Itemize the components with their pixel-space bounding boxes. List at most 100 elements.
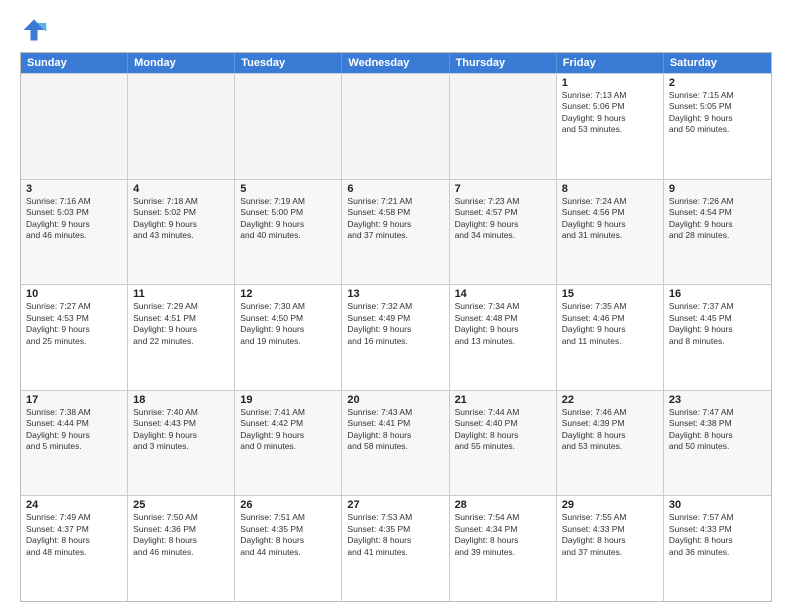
day-cell-17: 17Sunrise: 7:38 AM Sunset: 4:44 PM Dayli… [21, 391, 128, 496]
day-number-26: 26 [240, 499, 336, 511]
day-cell-26: 26Sunrise: 7:51 AM Sunset: 4:35 PM Dayli… [235, 496, 342, 601]
calendar-body: 1Sunrise: 7:13 AM Sunset: 5:06 PM Daylig… [21, 73, 771, 601]
day-cell-27: 27Sunrise: 7:53 AM Sunset: 4:35 PM Dayli… [342, 496, 449, 601]
day-info-18: Sunrise: 7:40 AM Sunset: 4:43 PM Dayligh… [133, 407, 229, 453]
day-number-18: 18 [133, 394, 229, 406]
day-number-10: 10 [26, 288, 122, 300]
day-cell-1: 1Sunrise: 7:13 AM Sunset: 5:06 PM Daylig… [557, 74, 664, 179]
day-cell-13: 13Sunrise: 7:32 AM Sunset: 4:49 PM Dayli… [342, 285, 449, 390]
day-cell-6: 6Sunrise: 7:21 AM Sunset: 4:58 PM Daylig… [342, 180, 449, 285]
day-info-26: Sunrise: 7:51 AM Sunset: 4:35 PM Dayligh… [240, 512, 336, 558]
calendar-row-1: 3Sunrise: 7:16 AM Sunset: 5:03 PM Daylig… [21, 179, 771, 285]
calendar-row-3: 17Sunrise: 7:38 AM Sunset: 4:44 PM Dayli… [21, 390, 771, 496]
day-number-4: 4 [133, 183, 229, 195]
weekday-header-wednesday: Wednesday [342, 53, 449, 73]
day-number-23: 23 [669, 394, 766, 406]
day-number-17: 17 [26, 394, 122, 406]
weekday-header-tuesday: Tuesday [235, 53, 342, 73]
day-number-19: 19 [240, 394, 336, 406]
weekday-header-monday: Monday [128, 53, 235, 73]
day-info-11: Sunrise: 7:29 AM Sunset: 4:51 PM Dayligh… [133, 301, 229, 347]
day-cell-24: 24Sunrise: 7:49 AM Sunset: 4:37 PM Dayli… [21, 496, 128, 601]
empty-cell-0-2 [235, 74, 342, 179]
day-cell-15: 15Sunrise: 7:35 AM Sunset: 4:46 PM Dayli… [557, 285, 664, 390]
day-info-19: Sunrise: 7:41 AM Sunset: 4:42 PM Dayligh… [240, 407, 336, 453]
day-number-25: 25 [133, 499, 229, 511]
day-number-1: 1 [562, 77, 658, 89]
day-cell-22: 22Sunrise: 7:46 AM Sunset: 4:39 PM Dayli… [557, 391, 664, 496]
day-info-13: Sunrise: 7:32 AM Sunset: 4:49 PM Dayligh… [347, 301, 443, 347]
empty-cell-0-3 [342, 74, 449, 179]
day-info-30: Sunrise: 7:57 AM Sunset: 4:33 PM Dayligh… [669, 512, 766, 558]
day-info-23: Sunrise: 7:47 AM Sunset: 4:38 PM Dayligh… [669, 407, 766, 453]
empty-cell-0-1 [128, 74, 235, 179]
logo-icon [20, 16, 48, 44]
day-cell-3: 3Sunrise: 7:16 AM Sunset: 5:03 PM Daylig… [21, 180, 128, 285]
weekday-header-saturday: Saturday [664, 53, 771, 73]
day-cell-21: 21Sunrise: 7:44 AM Sunset: 4:40 PM Dayli… [450, 391, 557, 496]
day-cell-14: 14Sunrise: 7:34 AM Sunset: 4:48 PM Dayli… [450, 285, 557, 390]
weekday-header-sunday: Sunday [21, 53, 128, 73]
day-info-5: Sunrise: 7:19 AM Sunset: 5:00 PM Dayligh… [240, 196, 336, 242]
day-cell-4: 4Sunrise: 7:18 AM Sunset: 5:02 PM Daylig… [128, 180, 235, 285]
day-number-5: 5 [240, 183, 336, 195]
day-number-8: 8 [562, 183, 658, 195]
day-info-2: Sunrise: 7:15 AM Sunset: 5:05 PM Dayligh… [669, 90, 766, 136]
day-info-15: Sunrise: 7:35 AM Sunset: 4:46 PM Dayligh… [562, 301, 658, 347]
day-number-16: 16 [669, 288, 766, 300]
day-cell-25: 25Sunrise: 7:50 AM Sunset: 4:36 PM Dayli… [128, 496, 235, 601]
day-info-10: Sunrise: 7:27 AM Sunset: 4:53 PM Dayligh… [26, 301, 122, 347]
day-number-15: 15 [562, 288, 658, 300]
header [20, 16, 772, 44]
day-cell-20: 20Sunrise: 7:43 AM Sunset: 4:41 PM Dayli… [342, 391, 449, 496]
page: SundayMondayTuesdayWednesdayThursdayFrid… [0, 0, 792, 612]
day-number-29: 29 [562, 499, 658, 511]
day-number-28: 28 [455, 499, 551, 511]
day-number-7: 7 [455, 183, 551, 195]
calendar-row-2: 10Sunrise: 7:27 AM Sunset: 4:53 PM Dayli… [21, 284, 771, 390]
day-number-14: 14 [455, 288, 551, 300]
day-number-3: 3 [26, 183, 122, 195]
day-info-22: Sunrise: 7:46 AM Sunset: 4:39 PM Dayligh… [562, 407, 658, 453]
day-cell-2: 2Sunrise: 7:15 AM Sunset: 5:05 PM Daylig… [664, 74, 771, 179]
logo [20, 16, 52, 44]
calendar-row-0: 1Sunrise: 7:13 AM Sunset: 5:06 PM Daylig… [21, 73, 771, 179]
day-info-14: Sunrise: 7:34 AM Sunset: 4:48 PM Dayligh… [455, 301, 551, 347]
day-info-12: Sunrise: 7:30 AM Sunset: 4:50 PM Dayligh… [240, 301, 336, 347]
day-number-21: 21 [455, 394, 551, 406]
day-info-8: Sunrise: 7:24 AM Sunset: 4:56 PM Dayligh… [562, 196, 658, 242]
day-info-29: Sunrise: 7:55 AM Sunset: 4:33 PM Dayligh… [562, 512, 658, 558]
day-number-13: 13 [347, 288, 443, 300]
day-info-20: Sunrise: 7:43 AM Sunset: 4:41 PM Dayligh… [347, 407, 443, 453]
day-cell-30: 30Sunrise: 7:57 AM Sunset: 4:33 PM Dayli… [664, 496, 771, 601]
day-cell-23: 23Sunrise: 7:47 AM Sunset: 4:38 PM Dayli… [664, 391, 771, 496]
day-info-9: Sunrise: 7:26 AM Sunset: 4:54 PM Dayligh… [669, 196, 766, 242]
day-info-24: Sunrise: 7:49 AM Sunset: 4:37 PM Dayligh… [26, 512, 122, 558]
day-number-20: 20 [347, 394, 443, 406]
weekday-header-friday: Friday [557, 53, 664, 73]
day-info-3: Sunrise: 7:16 AM Sunset: 5:03 PM Dayligh… [26, 196, 122, 242]
day-info-7: Sunrise: 7:23 AM Sunset: 4:57 PM Dayligh… [455, 196, 551, 242]
calendar: SundayMondayTuesdayWednesdayThursdayFrid… [20, 52, 772, 602]
day-cell-11: 11Sunrise: 7:29 AM Sunset: 4:51 PM Dayli… [128, 285, 235, 390]
calendar-header: SundayMondayTuesdayWednesdayThursdayFrid… [21, 53, 771, 73]
day-number-12: 12 [240, 288, 336, 300]
day-number-6: 6 [347, 183, 443, 195]
day-cell-7: 7Sunrise: 7:23 AM Sunset: 4:57 PM Daylig… [450, 180, 557, 285]
day-info-4: Sunrise: 7:18 AM Sunset: 5:02 PM Dayligh… [133, 196, 229, 242]
day-cell-5: 5Sunrise: 7:19 AM Sunset: 5:00 PM Daylig… [235, 180, 342, 285]
day-cell-10: 10Sunrise: 7:27 AM Sunset: 4:53 PM Dayli… [21, 285, 128, 390]
day-cell-8: 8Sunrise: 7:24 AM Sunset: 4:56 PM Daylig… [557, 180, 664, 285]
empty-cell-0-0 [21, 74, 128, 179]
day-cell-28: 28Sunrise: 7:54 AM Sunset: 4:34 PM Dayli… [450, 496, 557, 601]
day-info-21: Sunrise: 7:44 AM Sunset: 4:40 PM Dayligh… [455, 407, 551, 453]
day-cell-19: 19Sunrise: 7:41 AM Sunset: 4:42 PM Dayli… [235, 391, 342, 496]
day-info-16: Sunrise: 7:37 AM Sunset: 4:45 PM Dayligh… [669, 301, 766, 347]
day-info-25: Sunrise: 7:50 AM Sunset: 4:36 PM Dayligh… [133, 512, 229, 558]
empty-cell-0-4 [450, 74, 557, 179]
weekday-header-thursday: Thursday [450, 53, 557, 73]
day-number-9: 9 [669, 183, 766, 195]
day-number-27: 27 [347, 499, 443, 511]
day-info-28: Sunrise: 7:54 AM Sunset: 4:34 PM Dayligh… [455, 512, 551, 558]
day-info-6: Sunrise: 7:21 AM Sunset: 4:58 PM Dayligh… [347, 196, 443, 242]
